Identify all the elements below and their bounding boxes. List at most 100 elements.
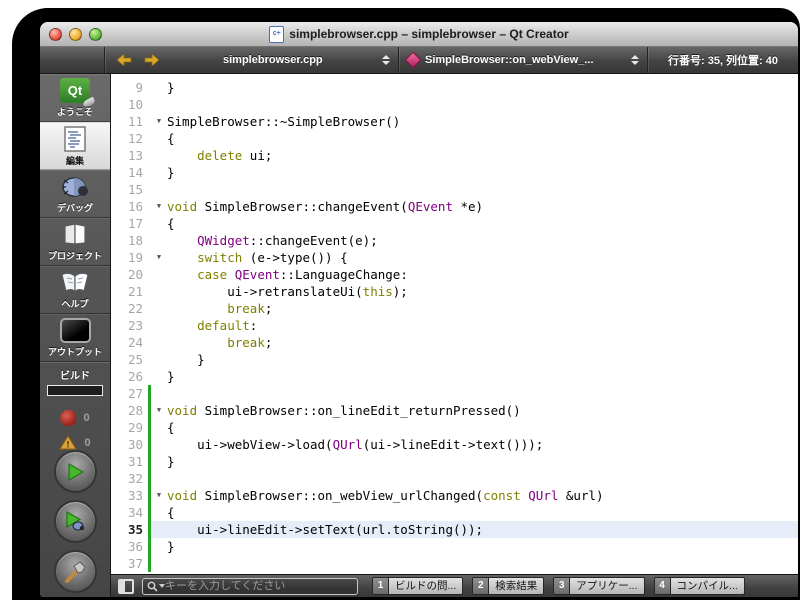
fold-column: [151, 283, 167, 300]
line-number: 35: [127, 522, 143, 537]
pane-build-issues[interactable]: 1 ビルドの問...: [372, 577, 464, 595]
sidebar-item-projects[interactable]: プロジェクト: [40, 218, 110, 266]
forward-icon[interactable]: [144, 54, 159, 66]
pane-label: コンパイル...: [669, 578, 744, 594]
sidebar-item-label: 編集: [65, 155, 84, 166]
code-line[interactable]: 11 ▼ SimpleBrowser::~SimpleBrowser(): [111, 113, 798, 130]
code-line[interactable]: 37: [111, 555, 798, 572]
code-line[interactable]: 26}: [111, 368, 798, 385]
sidebar-item-edit[interactable]: 編集: [40, 122, 110, 170]
code-text: }: [167, 454, 175, 469]
run-button[interactable]: [53, 450, 97, 493]
code-line[interactable]: 20 case QEvent::LanguageChange:: [111, 266, 798, 283]
window-title-text: simplebrowser.cpp – simplebrowser – Qt C…: [289, 27, 569, 41]
code-text: }: [167, 80, 175, 95]
code-line[interactable]: 9}: [111, 79, 798, 96]
fold-column: [151, 419, 167, 436]
fold-column: [151, 334, 167, 351]
code-text: break;: [227, 335, 273, 350]
pane-search-results[interactable]: 2 検索結果: [472, 577, 545, 595]
code-line[interactable]: 15: [111, 181, 798, 198]
sidebar-item-debug[interactable]: デバッグ: [40, 170, 110, 218]
line-number: 19: [127, 250, 143, 265]
code-line[interactable]: 13 delete ui;: [111, 147, 798, 164]
code-text: ui->webView->load(QUrl(ui->lineEdit->tex…: [167, 437, 544, 452]
code-editor[interactable]: 9} 10 11 ▼ SimpleBrowser::~SimpleBrowser() 12…: [111, 74, 798, 574]
error-counter[interactable]: 0: [40, 410, 110, 426]
output-pane-buttons: 1 ビルドの問... 2 検索結果 3 アプリケー... 4 コンパイル...: [372, 577, 745, 595]
line-number: 36: [127, 539, 143, 554]
fold-column: [151, 538, 167, 555]
code-line[interactable]: 23 default:: [111, 317, 798, 334]
search-magnifier-icon[interactable]: [147, 581, 165, 592]
warning-counter[interactable]: ! 0: [40, 435, 110, 450]
qt-creator-window: c+ simplebrowser.cpp – simplebrowser – Q…: [40, 22, 798, 597]
code-line[interactable]: 12 {: [111, 130, 798, 147]
line-number: 37: [127, 556, 143, 571]
code-line[interactable]: 17 {: [111, 215, 798, 232]
code-line[interactable]: 18 QWidget::changeEvent(e);: [111, 232, 798, 249]
back-icon[interactable]: [117, 54, 132, 66]
code-line[interactable]: 21 ui->retranslateUi(this);: [111, 283, 798, 300]
code-line[interactable]: 31}: [111, 453, 798, 470]
fold-marker-icon[interactable]: ▼: [151, 113, 167, 130]
pane-number: 1: [373, 578, 388, 594]
fold-column: [151, 164, 167, 181]
code-line[interactable]: 32: [111, 470, 798, 487]
sidebar-item-help[interactable]: ヘルプ: [40, 266, 110, 314]
line-number: 17: [127, 216, 143, 231]
fold-marker-icon[interactable]: ▼: [151, 198, 167, 215]
code-text: void SimpleBrowser::changeEvent(QEvent *…: [167, 199, 484, 214]
code-line[interactable]: 36}: [111, 538, 798, 555]
pane-label: 検索結果: [488, 578, 544, 594]
window-title: c+ simplebrowser.cpp – simplebrowser – Q…: [40, 25, 798, 43]
code-line[interactable]: 19 ▼ switch (e->type()) {: [111, 249, 798, 266]
fold-column: [151, 453, 167, 470]
code-line[interactable]: 34 {: [111, 504, 798, 521]
locator-input[interactable]: [142, 577, 358, 595]
code-text: SimpleBrowser::~SimpleBrowser(): [167, 114, 401, 129]
code-line[interactable]: 29 {: [111, 419, 798, 436]
line-number: 21: [127, 284, 143, 299]
fold-column: [151, 181, 167, 198]
fold-marker-icon[interactable]: ▼: [151, 402, 167, 419]
fold-column: [151, 385, 167, 402]
line-number: 34: [127, 505, 143, 520]
line-number: 20: [127, 267, 143, 282]
line-number: 10: [127, 97, 143, 112]
sidebar-item-label: デバッグ: [56, 202, 93, 213]
code-line[interactable]: 14}: [111, 164, 798, 181]
sidebar-item-label: アウトプット: [47, 347, 102, 357]
code-line[interactable]: 33 ▼ void SimpleBrowser::on_webView_urlCha…: [111, 487, 798, 504]
code-line[interactable]: 10: [111, 96, 798, 113]
pane-label: ビルドの問...: [388, 578, 463, 594]
sidebar-item-output[interactable]: アウトプット: [40, 314, 110, 362]
pane-compile-output[interactable]: 4 コンパイル...: [653, 577, 745, 595]
code-line[interactable]: 16 ▼ void SimpleBrowser::changeEvent(QEven…: [111, 198, 798, 215]
debug-run-button[interactable]: [53, 500, 97, 543]
open-file-combo[interactable]: simplebrowser.cpp: [171, 54, 398, 66]
line-number: 22: [127, 301, 143, 316]
code-text: }: [167, 539, 175, 554]
fold-marker-icon[interactable]: ▼: [151, 249, 167, 266]
code-line[interactable]: 28 ▼ void SimpleBrowser::on_lineEdit_retur…: [111, 402, 798, 419]
line-number: 31: [127, 454, 143, 469]
build-button[interactable]: [53, 550, 97, 593]
code-line[interactable]: 30 ui->webView->load(QUrl(ui->lineEdit->…: [111, 436, 798, 453]
code-line[interactable]: 22 break;: [111, 300, 798, 317]
projects-folder-icon: [64, 223, 86, 245]
code-line[interactable]: 25 }: [111, 351, 798, 368]
fold-marker-icon[interactable]: ▼: [151, 487, 167, 504]
code-line[interactable]: 35 ui->lineEdit->setText(url.toString())…: [111, 521, 798, 538]
fold-column: [151, 555, 167, 572]
code-text: }: [167, 369, 175, 384]
code-line[interactable]: 27: [111, 385, 798, 402]
toggle-sidebar-icon[interactable]: [118, 578, 134, 594]
code-text: switch (e->type()) {: [197, 250, 348, 265]
symbol-combo[interactable]: SimpleBrowser::on_webView_...: [399, 51, 647, 69]
sidebar-item-welcome[interactable]: Qt ようこそ: [40, 74, 110, 122]
pane-application-output[interactable]: 3 アプリケー...: [553, 577, 645, 595]
code-line[interactable]: 24 break;: [111, 334, 798, 351]
line-number: 26: [127, 369, 143, 384]
